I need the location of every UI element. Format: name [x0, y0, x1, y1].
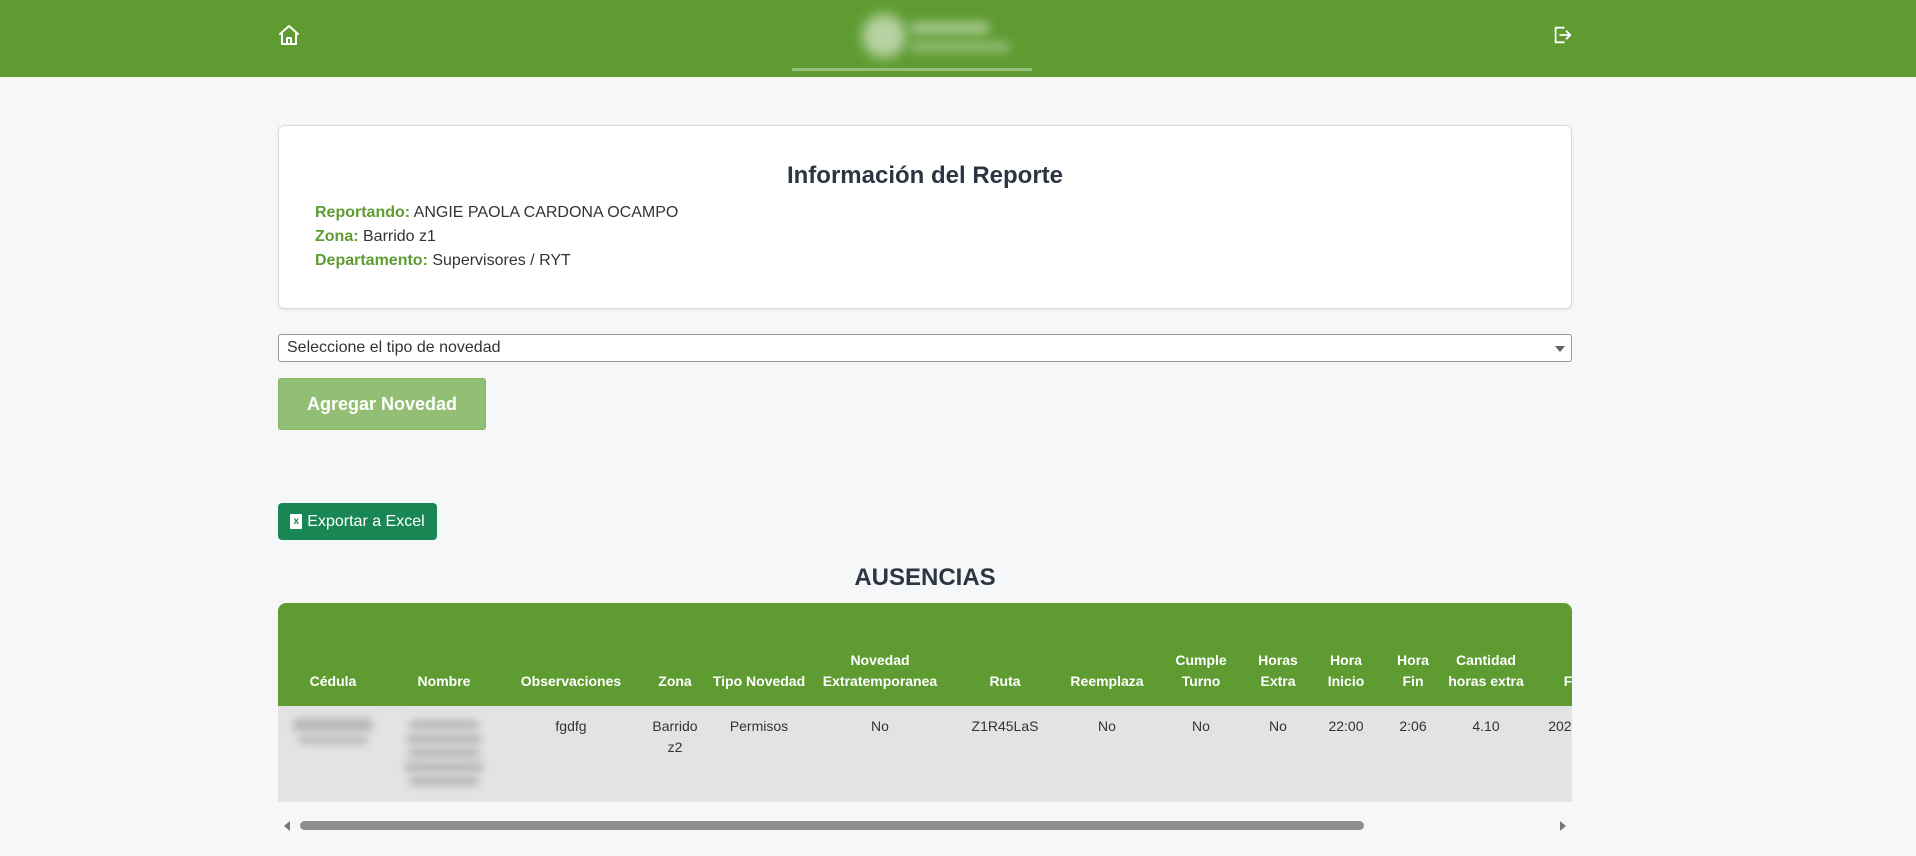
col-header-hora-inicio: Hora Inicio — [1308, 603, 1384, 706]
ausencias-table-container[interactable]: Cédula Nombre Observaciones Zona Tipo No… — [278, 603, 1572, 802]
cell-horas-extra: No — [1248, 706, 1308, 802]
table-row: fgdfg Barrido z2 Permisos No Z1R45LaS No… — [278, 706, 1572, 802]
report-info-card: Información del Reporte Reportando: ANGI… — [278, 125, 1572, 309]
ausencias-table: Cédula Nombre Observaciones Zona Tipo No… — [278, 603, 1572, 802]
scrollbar-thumb[interactable] — [300, 821, 1364, 830]
col-header-cumple-turno: Cumple Turno — [1154, 603, 1248, 706]
table-header-row: Cédula Nombre Observaciones Zona Tipo No… — [278, 603, 1572, 706]
cell-hora-fin: 2:06 — [1384, 706, 1442, 802]
col-header-observaciones: Observaciones — [500, 603, 642, 706]
zona-line: Zona: Barrido z1 — [315, 228, 436, 246]
cell-ruta: Z1R45LaS — [950, 706, 1060, 802]
col-header-extratemporanea: Novedad Extratemporanea — [810, 603, 950, 706]
departamento-line: Departamento: Supervisores / RYT — [315, 252, 571, 270]
cell-fecha: 2025-03-06 — [1530, 706, 1572, 802]
col-header-hora-fin: Hora Fin — [1384, 603, 1442, 706]
col-header-cantidad-horas-extra: Cantidad horas extra — [1442, 603, 1530, 706]
export-excel-label: Exportar a Excel — [307, 512, 425, 530]
col-header-tipo-novedad: Tipo Novedad — [708, 603, 810, 706]
zona-label: Zona: — [315, 228, 359, 245]
company-logo — [792, 8, 1032, 72]
table-horizontal-scrollbar[interactable] — [278, 818, 1572, 834]
reportando-line: Reportando: ANGIE PAOLA CARDONA OCAMPO — [315, 204, 678, 222]
logout-icon — [1554, 26, 1572, 44]
col-header-ruta: Ruta — [950, 603, 1060, 706]
cell-nombre — [388, 706, 500, 802]
cell-hora-inicio: 22:00 — [1308, 706, 1384, 802]
cell-cumple-turno: No — [1154, 706, 1248, 802]
cell-zona: Barrido z2 — [642, 706, 708, 802]
cell-observaciones: fgdfg — [500, 706, 642, 802]
chevron-down-icon — [1555, 346, 1565, 352]
departamento-value: Supervisores / RYT — [432, 252, 571, 269]
col-header-zona: Zona — [642, 603, 708, 706]
cell-cantidad-horas-extra: 4.10 — [1442, 706, 1530, 802]
zona-value: Barrido z1 — [363, 228, 436, 245]
cell-reemplaza: No — [1060, 706, 1154, 802]
report-title: Información del Reporte — [786, 162, 1064, 189]
excel-file-icon: x — [290, 514, 303, 529]
scroll-left-icon[interactable] — [284, 821, 290, 831]
col-header-reemplaza: Reemplaza — [1060, 603, 1154, 706]
scroll-right-icon[interactable] — [1560, 821, 1566, 831]
novedad-type-placeholder: Seleccione el tipo de novedad — [287, 339, 501, 356]
col-header-cedula: Cédula — [278, 603, 388, 706]
cell-extratemporanea: No — [810, 706, 950, 802]
export-excel-button[interactable]: x Exportar a Excel — [278, 503, 437, 540]
cell-cedula — [278, 706, 388, 802]
ausencias-title: AUSENCIAS — [854, 564, 996, 591]
top-navbar — [0, 0, 1916, 77]
novedad-type-select[interactable]: Seleccione el tipo de novedad — [278, 334, 1572, 362]
add-novedad-button[interactable]: Agregar Novedad — [278, 378, 486, 430]
logout-button[interactable] — [1547, 20, 1577, 50]
reportando-label: Reportando: — [315, 204, 411, 221]
home-button[interactable] — [274, 20, 304, 50]
home-icon — [279, 25, 299, 45]
departamento-label: Departamento: — [315, 252, 428, 269]
col-header-horas-extra: Horas Extra — [1248, 603, 1308, 706]
col-header-fecha: Fecha — [1530, 603, 1572, 706]
col-header-nombre: Nombre — [388, 603, 500, 706]
reportando-value: ANGIE PAOLA CARDONA OCAMPO — [413, 204, 679, 221]
cell-tipo-novedad: Permisos — [708, 706, 810, 802]
